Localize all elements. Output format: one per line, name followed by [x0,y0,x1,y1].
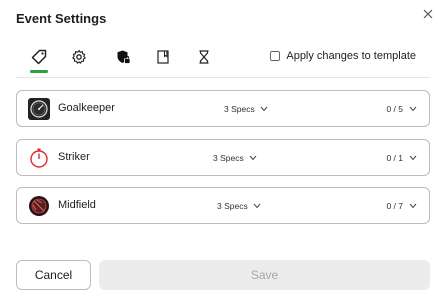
count-label: 0 / 5 [386,104,403,114]
specs-dropdown[interactable]: 3 Specs [217,201,261,211]
specs-dropdown[interactable]: 3 Specs [224,104,268,114]
chevron-down-icon [249,155,257,161]
chevron-down-icon [409,155,417,161]
count-dropdown[interactable]: 0 / 7 [386,201,417,211]
tab-tags[interactable] [28,46,50,68]
position-row-goalkeeper[interactable]: Goalkeeper 3 Specs 0 / 5 [16,90,430,127]
active-tab-indicator [30,70,48,73]
chevron-down-icon [409,203,417,209]
shield-lock-icon [117,50,131,64]
position-name: Midfield [58,199,96,211]
chevron-down-icon [253,203,261,209]
close-button[interactable] [420,6,436,22]
apply-to-template-option[interactable]: Apply changes to template [270,50,416,62]
tag-icon [31,49,47,65]
midfield-ball-icon [28,195,50,217]
position-row-midfield[interactable]: Midfield 3 Specs 0 / 7 [16,187,430,224]
tab-notes[interactable] [152,46,174,68]
apply-to-template-checkbox[interactable] [270,51,281,61]
cancel-button[interactable]: Cancel [16,260,91,290]
specs-label: 3 Specs [213,153,244,163]
specs-label: 3 Specs [217,201,248,211]
count-label: 0 / 7 [386,201,403,211]
specs-dropdown[interactable]: 3 Specs [213,153,257,163]
tab-settings[interactable] [68,46,90,68]
goalkeeper-clock-icon [28,98,50,120]
dialog-title: Event Settings [16,11,107,26]
count-dropdown[interactable]: 0 / 5 [386,104,417,114]
position-row-striker[interactable]: Striker 3 Specs 0 / 1 [16,139,430,176]
hourglass-icon [199,50,209,64]
position-name: Striker [58,151,90,163]
save-button[interactable]: Save [99,260,430,290]
striker-timer-icon [28,147,50,169]
chevron-down-icon [409,106,417,112]
count-dropdown[interactable]: 0 / 1 [386,153,417,163]
apply-to-template-label: Apply changes to template [286,50,416,62]
tab-security[interactable] [112,46,134,68]
position-name: Goalkeeper [58,102,115,114]
close-icon [423,9,433,19]
tab-timing[interactable] [193,46,215,68]
notebook-icon [157,50,169,64]
settings-toolbar: Apply changes to template [16,42,430,78]
count-label: 0 / 1 [386,153,403,163]
gear-icon [72,49,86,64]
chevron-down-icon [260,106,268,112]
specs-label: 3 Specs [224,104,255,114]
